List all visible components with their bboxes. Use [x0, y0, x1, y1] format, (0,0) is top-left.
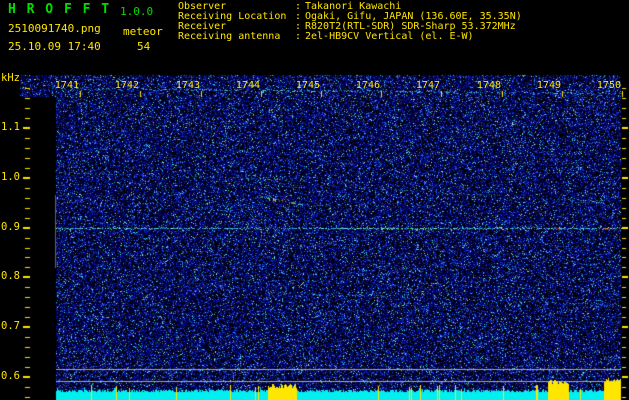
y-tick-label-0.7: 0.7: [1, 320, 20, 332]
info-value: 2el-HB9CV Vertical (el. E-W): [305, 31, 474, 42]
x-tick-label-1743: 1743: [175, 80, 200, 91]
y-tick-label-1.0: 1.0: [1, 171, 20, 183]
x-tick-label-1749: 1749: [536, 80, 561, 91]
y-tick-label-1.1: 1.1: [1, 121, 20, 133]
info-row-3: Receiving antenna:2el-HB9CV Vertical (el…: [178, 32, 522, 42]
hrofft-screenshot: H R O F F T 1.0.0 2510091740.png meteor …: [0, 0, 629, 400]
output-file-name: 2510091740.png: [8, 22, 101, 35]
x-tick-label-1748: 1748: [476, 80, 501, 91]
y-tick-label-0.9: 0.9: [1, 221, 20, 233]
y-axis-unit-label: kHz: [1, 72, 20, 84]
x-tick-label-1744: 1744: [235, 80, 260, 91]
x-tick-label-1750: 1750: [596, 80, 621, 91]
info-label: Receiving antenna: [178, 31, 281, 42]
y-tick-label-0.8: 0.8: [1, 270, 20, 282]
station-info-block: Observer: Takanori Kawachi Receiving Locat…: [178, 2, 522, 42]
observation-datetime: 25.10.09 17:40: [8, 40, 101, 53]
x-tick-label-1741: 1741: [54, 80, 79, 91]
x-tick-label-1746: 1746: [355, 80, 380, 91]
spectrogram-canvas: [0, 0, 629, 400]
app-title: H R O F F T: [8, 2, 111, 17]
x-tick-label-1747: 1747: [415, 80, 440, 91]
mode-label: meteor: [123, 25, 163, 38]
x-tick-label-1745: 1745: [295, 80, 320, 91]
info-separator: :: [295, 31, 302, 42]
echo-count: 54: [137, 40, 151, 53]
x-tick-label-1742: 1742: [114, 80, 139, 91]
y-tick-label-0.6: 0.6: [1, 370, 20, 382]
app-version: 1.0.0: [120, 5, 154, 18]
